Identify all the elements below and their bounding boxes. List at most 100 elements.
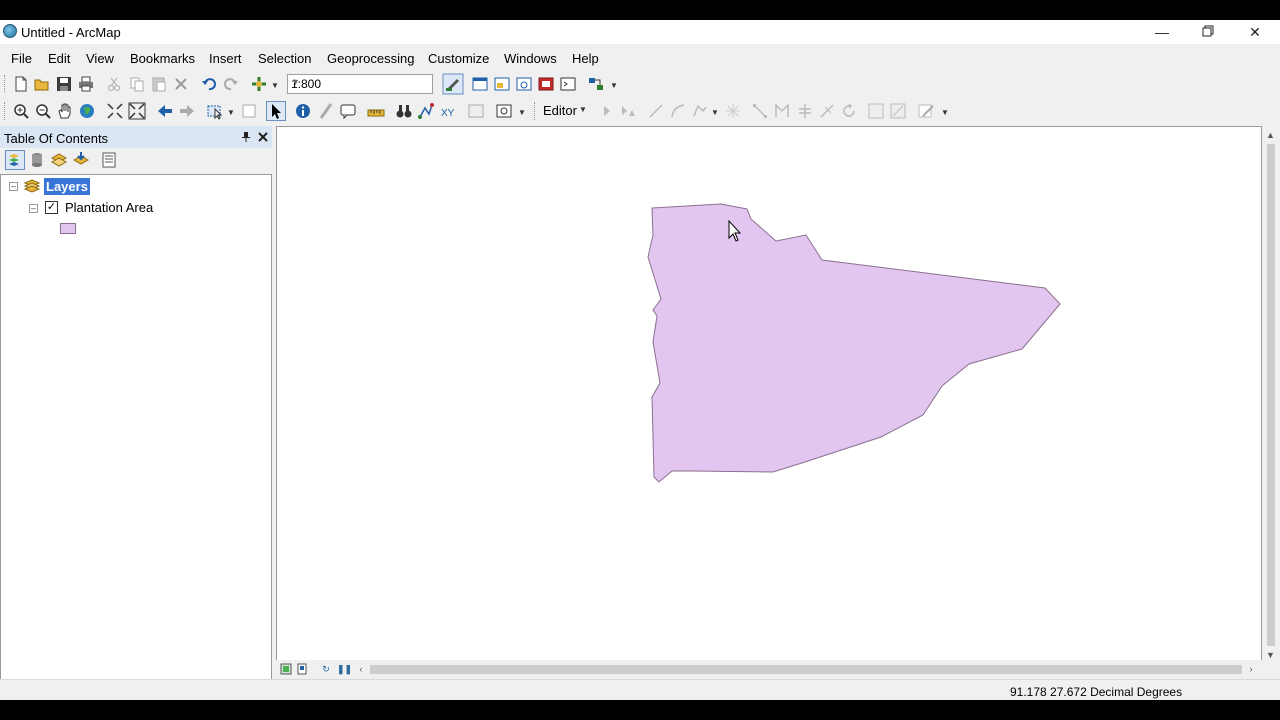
toolbar-overflow-icon[interactable]: ▼ [941,108,949,122]
fixed-zoom-in-icon[interactable] [106,102,124,120]
toolbar-grip[interactable] [534,102,538,120]
list-by-drawing-order-icon[interactable] [5,150,25,170]
cut-icon[interactable] [105,75,123,93]
scroll-up-icon[interactable]: ▲ [1266,130,1275,140]
trace-icon[interactable] [691,102,709,120]
close-icon[interactable] [257,131,269,143]
menu-geoprocessing[interactable]: Geoprocessing [327,51,414,66]
layout-view-icon[interactable] [296,663,308,675]
go-to-xy-icon[interactable]: XY [439,102,457,120]
toc-options-icon[interactable] [100,151,118,169]
rotate-icon[interactable] [840,102,858,120]
sketch-properties-icon[interactable] [889,102,907,120]
reshape-feature-icon[interactable] [773,102,791,120]
map-canvas[interactable] [277,127,1261,663]
open-folder-icon[interactable] [33,75,51,93]
refresh-view-icon[interactable]: ↻ [320,663,332,675]
fixed-zoom-out-icon[interactable] [128,102,146,120]
menu-customize[interactable]: Customize [428,51,489,66]
catalog-window-icon[interactable] [493,75,511,93]
time-slider-icon[interactable] [467,102,485,120]
menu-edit[interactable]: Edit [48,51,70,66]
construction-dropdown-icon[interactable]: ▼ [711,108,719,122]
menu-file[interactable]: File [11,51,32,66]
scroll-left-icon[interactable]: ‹ [355,663,367,675]
map-horizontal-scrollbar[interactable]: ↻ ❚❚ ‹ › [276,660,1262,678]
zoom-in-icon[interactable] [12,102,30,120]
edit-tool-icon[interactable] [598,102,616,120]
add-data-icon[interactable] [250,75,268,93]
menu-insert[interactable]: Insert [209,51,242,66]
editor-dropdown-icon[interactable]: ▼ [579,105,587,119]
select-elements-arrow-icon[interactable] [266,101,286,121]
list-by-source-icon[interactable] [28,151,46,169]
plantation-area-polygon[interactable] [647,203,1061,483]
map-scale-combobox[interactable]: 1:800 ▼ [287,74,433,94]
modelbuilder-icon[interactable] [587,75,605,93]
collapse-layers-icon[interactable]: – [9,182,18,191]
select-dropdown-icon[interactable]: ▼ [227,108,235,122]
editor-menu-button[interactable]: Editor [543,103,577,118]
end-point-arc-icon[interactable] [669,102,687,120]
straight-segment-icon[interactable] [647,102,665,120]
new-document-icon[interactable] [12,75,30,93]
clear-selection-icon[interactable] [240,102,258,120]
map-vertical-scrollbar[interactable]: ▲ ▼ [1262,126,1280,664]
restore-button[interactable] [1185,20,1231,44]
scroll-right-icon[interactable]: › [1245,663,1257,675]
pause-drawing-icon[interactable]: ❚❚ [337,663,352,675]
menu-view[interactable]: View [86,51,114,66]
split-tool-icon[interactable] [818,102,836,120]
zoom-out-icon[interactable] [34,102,52,120]
copy-icon[interactable] [128,75,146,93]
print-icon[interactable] [77,75,95,93]
vertical-scroll-thumb[interactable] [1267,144,1275,646]
pin-icon[interactable] [240,131,252,143]
select-features-icon[interactable] [206,102,224,120]
list-by-visibility-icon[interactable] [50,151,68,169]
layer-visibility-checkbox[interactable]: ✓ [45,201,58,214]
data-view-icon[interactable] [280,663,292,675]
menu-help[interactable]: Help [572,51,599,66]
layer-symbol-swatch[interactable] [60,223,76,234]
save-icon[interactable] [55,75,73,93]
horizontal-scroll-thumb[interactable] [370,665,1242,674]
data-frame-layers[interactable]: Layers [44,178,90,195]
add-data-dropdown-icon[interactable]: ▼ [271,81,279,95]
create-features-icon[interactable] [917,102,935,120]
collapse-layer-icon[interactable]: – [29,204,38,213]
redo-icon[interactable] [222,75,240,93]
layer-name-plantation-area[interactable]: Plantation Area [65,200,153,215]
edit-vertices-icon[interactable] [751,102,769,120]
editor-toolbar-icon[interactable] [442,73,464,95]
arctoolbox-icon[interactable] [537,75,555,93]
close-button[interactable]: ✕ [1232,20,1278,44]
measure-icon[interactable] [367,102,385,120]
map-display[interactable] [276,126,1262,664]
edit-annotation-icon[interactable] [619,102,637,120]
paste-icon[interactable] [150,75,168,93]
menu-bookmarks[interactable]: Bookmarks [130,51,195,66]
find-route-icon[interactable] [417,102,435,120]
menu-selection[interactable]: Selection [258,51,311,66]
undo-icon[interactable] [200,75,218,93]
toc-window-icon[interactable] [471,75,489,93]
minimize-button[interactable]: — [1139,20,1185,44]
list-by-selection-icon[interactable] [72,151,90,169]
full-extent-globe-icon[interactable] [78,102,96,120]
html-popup-icon[interactable] [339,102,357,120]
point-icon[interactable] [724,102,742,120]
attributes-icon[interactable] [867,102,885,120]
menu-windows[interactable]: Windows [504,51,557,66]
find-binoculars-icon[interactable] [395,102,413,120]
python-window-icon[interactable] [559,75,577,93]
toolbar-grip[interactable] [4,75,8,93]
hyperlink-icon[interactable] [317,102,335,120]
create-viewer-window-icon[interactable] [495,102,513,120]
scroll-down-icon[interactable]: ▼ [1266,650,1275,660]
toolbar-grip[interactable] [4,102,8,120]
search-window-icon[interactable] [515,75,533,93]
toolbar-overflow-icon[interactable]: ▼ [518,108,526,122]
go-back-icon[interactable] [156,102,174,120]
cut-polygons-icon[interactable] [796,102,814,120]
